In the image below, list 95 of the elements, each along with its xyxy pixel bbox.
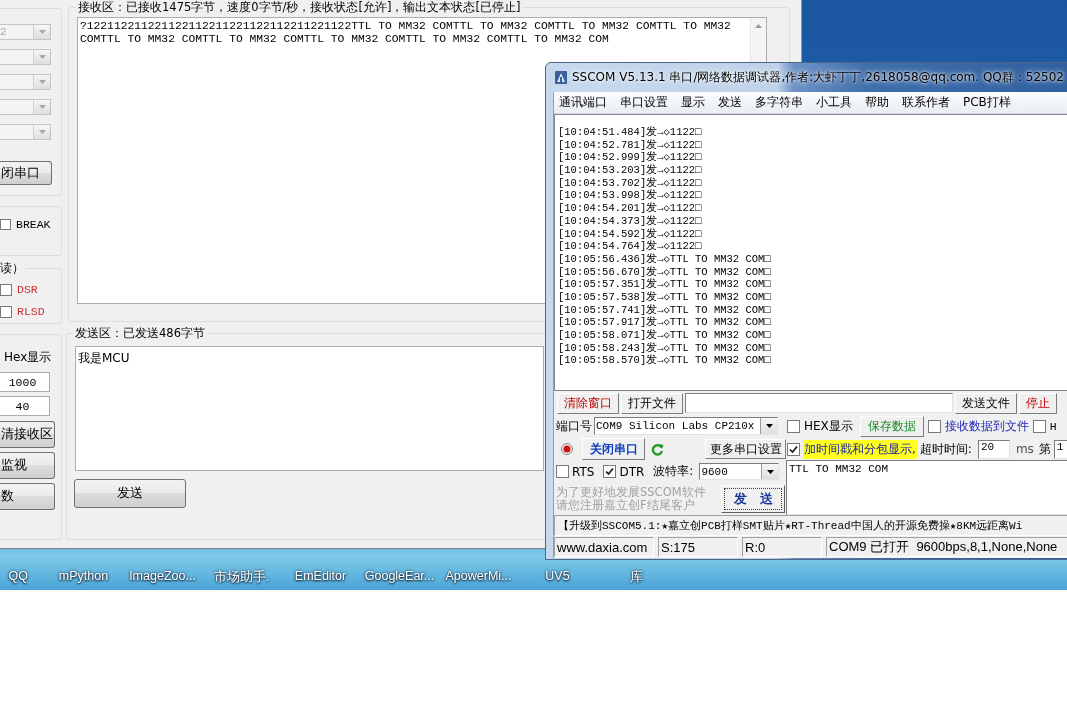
close-port-button[interactable]: 闭串口 bbox=[0, 161, 52, 185]
toolbar-button[interactable]: 停止 bbox=[1019, 392, 1057, 414]
log-line: [10:05:57.741]发→◇TTL TO MM32 COM□ bbox=[558, 303, 771, 316]
log-line: [10:04:53.203]发→◇1122□ bbox=[558, 164, 702, 177]
toolbar-button[interactable]: 发送文件 bbox=[955, 392, 1017, 414]
checkbox-label: 加时间戳和分包显示, bbox=[803, 439, 917, 459]
menu-item[interactable]: 通讯端口 bbox=[559, 94, 607, 111]
status-panel: S:175 bbox=[658, 537, 738, 557]
checkbox[interactable] bbox=[0, 283, 12, 296]
log-line: [10:04:52.999]发→◇1122□ bbox=[558, 151, 702, 164]
menu-item[interactable]: 串口设置 bbox=[620, 94, 668, 111]
log-line: [10:04:51.484]发→◇1122□ bbox=[558, 126, 702, 139]
group-title: 发送区：已发送486字节 bbox=[74, 326, 206, 341]
status-panel: R:0 bbox=[742, 537, 822, 557]
checkbox[interactable] bbox=[1032, 420, 1046, 433]
checkbox-label: RLSD bbox=[17, 305, 45, 318]
save-data-button[interactable]: 保存数据 bbox=[859, 416, 924, 437]
ticker-text: 【升级到SSCOM5.1:★嘉立创PCB打样SMT贴片★RT-Thread中国人的开源免费操★8KM远距离Wi bbox=[554, 515, 1067, 536]
group-title: 接收区：已接收1475字节，速度0字节/秒，接收状态[允许]，输出文本状态[已停止] bbox=[77, 0, 522, 15]
caret-down-icon bbox=[38, 55, 46, 59]
log-line: [10:05:58.570]发→◇TTL TO MM32 COM□ bbox=[558, 354, 771, 368]
checkbox[interactable] bbox=[787, 420, 800, 433]
checkbox[interactable] bbox=[927, 420, 941, 433]
more-settings-button[interactable]: 更多串口设置 bbox=[705, 439, 786, 459]
menu-item[interactable]: 小工具 bbox=[816, 94, 852, 111]
checkbox[interactable] bbox=[787, 442, 800, 456]
caret-down-icon bbox=[766, 469, 774, 474]
checkbox[interactable] bbox=[0, 219, 11, 230]
log-line: [10:05:57.917]发→◇TTL TO MM32 COM□ bbox=[558, 316, 771, 329]
number-input[interactable]: 40 bbox=[0, 396, 50, 416]
menu-item[interactable]: 显示 bbox=[681, 94, 705, 111]
unit-label: ms bbox=[1015, 442, 1034, 456]
panel-button[interactable]: 监视 bbox=[0, 452, 55, 479]
send-text: 我是MCU bbox=[77, 350, 131, 367]
dropdown-button[interactable] bbox=[761, 464, 779, 479]
log-line: [10:04:54.592]发→◇1122□ bbox=[558, 227, 702, 240]
log-line: [10:04:54.373]发→◇1122□ bbox=[558, 214, 702, 228]
checkbox[interactable] bbox=[603, 465, 617, 478]
refresh-icon[interactable] bbox=[651, 442, 664, 456]
status-panel: COM9 已打开 9600bps,8,1,None,None bbox=[826, 537, 1067, 557]
dropdown-button[interactable] bbox=[760, 418, 777, 434]
caret-down-icon bbox=[765, 424, 773, 428]
menu-item[interactable]: 帮助 bbox=[865, 94, 889, 111]
toolbar-button[interactable]: 打开文件 bbox=[621, 392, 683, 414]
checkbox[interactable] bbox=[0, 305, 12, 318]
toolbar-button[interactable]: 清除窗口 bbox=[557, 392, 619, 414]
packet-label: 第 bbox=[1038, 440, 1051, 458]
close-port-button[interactable]: 关闭串口 bbox=[582, 438, 645, 460]
checkbox[interactable] bbox=[556, 465, 569, 478]
baud-rate-combo-box[interactable]: 9600 bbox=[699, 463, 780, 480]
timeout-input[interactable]: 20 bbox=[977, 439, 1010, 459]
scroll-up-arrow-icon[interactable] bbox=[755, 24, 762, 28]
checkmark-icon bbox=[789, 444, 798, 454]
caret-down-icon bbox=[38, 130, 46, 134]
checkbox-label: HEX显示 bbox=[804, 418, 853, 435]
panel-button[interactable]: 清接收区 bbox=[0, 421, 55, 448]
checkmark-icon bbox=[605, 467, 615, 476]
group-title: 读） bbox=[0, 261, 25, 276]
send-text-area[interactable]: 我是MCU bbox=[75, 346, 544, 471]
log-line: [10:04:54.201]发→◇1122□ bbox=[558, 202, 702, 215]
number-input[interactable]: 1000 bbox=[0, 372, 50, 392]
log-line: [10:05:58.243]发→◇TTL TO MM32 COM□ bbox=[558, 341, 771, 354]
caret-down-icon bbox=[38, 80, 46, 84]
port-combo-box[interactable]: COM9 Silicon Labs CP210x bbox=[594, 417, 778, 435]
baud-rate-label: 波特率: bbox=[653, 463, 694, 480]
packet-input[interactable]: 1 bbox=[1053, 439, 1067, 459]
checkbox-label: BREAK bbox=[16, 218, 51, 231]
caret-down-icon bbox=[38, 30, 46, 34]
log-line: [10:05:58.071]发→◇TTL TO MM32 COM□ bbox=[558, 329, 771, 342]
log-line: [10:04:53.702]发→◇1122□ bbox=[558, 176, 702, 189]
app-icon bbox=[554, 70, 568, 85]
log-line: [10:04:54.764]发→◇1122□ bbox=[558, 240, 702, 253]
menu-item[interactable]: PCB打样 bbox=[963, 94, 1011, 111]
caret-down-icon bbox=[38, 105, 46, 109]
promo-text: 为了更好地发展SSCOM软件 请您注册嘉立创F结尾客户 bbox=[556, 485, 707, 512]
received-text-line: COMTTL TO MM32 COMTTL TO MM32 COMTTL TO MM32 COMTTL TO MM32 COMTTL TO MM32 COM bbox=[80, 33, 609, 46]
status-panel: www.daxia.com bbox=[554, 537, 654, 557]
panel-button[interactable]: 数 bbox=[0, 483, 55, 510]
checkbox-label: H bbox=[1049, 420, 1057, 433]
log-line: [10:04:53.998]发→◇1122□ bbox=[558, 189, 702, 202]
send-button[interactable]: 发 送 bbox=[721, 484, 785, 513]
send-button[interactable]: 发送 bbox=[74, 479, 186, 508]
port-label: 端口号 bbox=[556, 417, 592, 435]
menu-item[interactable]: 发送 bbox=[718, 94, 742, 111]
log-line: [10:04:52.781]发→◇1122□ bbox=[558, 138, 702, 151]
file-path-field[interactable] bbox=[685, 393, 953, 413]
hex-display-label: Hex显示 bbox=[4, 349, 52, 366]
checkbox-label: RTS bbox=[572, 464, 595, 479]
received-text-line: ?122112211221122112211221122112211221122TTL TO MM32 COMTTL TO MM32 COMTTL TO MM32 COMTTL TO MM32 bbox=[80, 20, 731, 33]
menu-item[interactable]: 联系作者 bbox=[902, 94, 950, 111]
timeout-label: 超时时间: bbox=[919, 440, 972, 458]
checkbox-label: DTR bbox=[619, 464, 645, 479]
checkbox-label: DSR bbox=[17, 283, 38, 296]
checkbox-label: 接收数据到文件 bbox=[944, 418, 1029, 435]
send-text-area[interactable]: TTL TO MM32 COM bbox=[786, 460, 1067, 515]
